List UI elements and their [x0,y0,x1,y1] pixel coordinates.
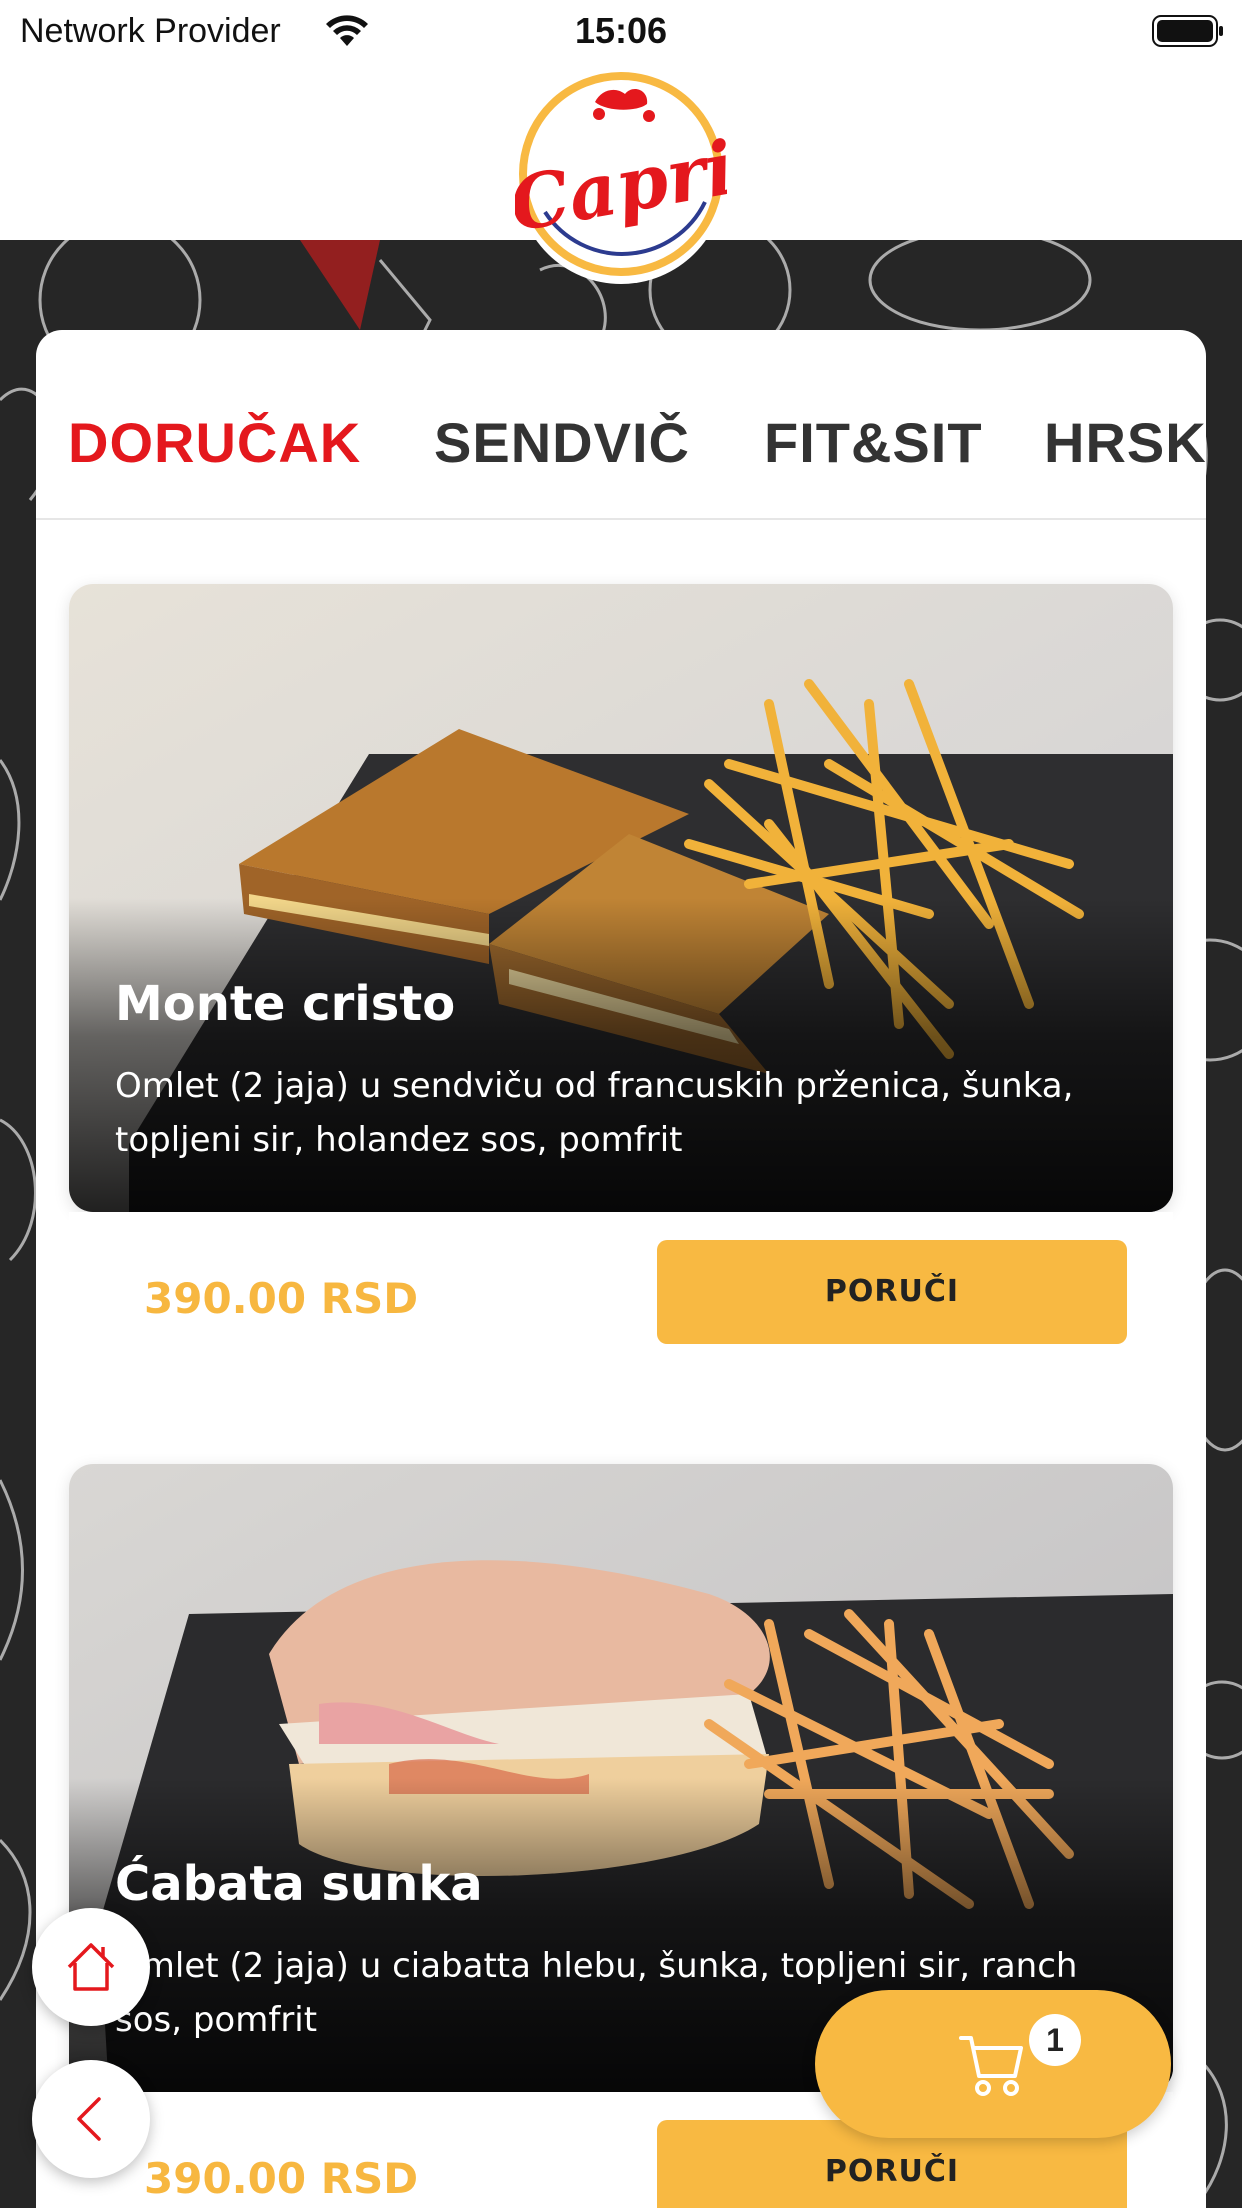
tab-sendvic[interactable]: SENDVIČ [434,410,690,475]
product-price: 390.00 RSD [144,1274,419,1323]
product-price: 390.00 RSD [144,2154,419,2203]
tab-dorucak[interactable]: DORUČAK [68,410,361,475]
cart-icon [959,2036,1023,2096]
menu-panel: DORUČAK SENDVIČ FIT&SIT HRSK Monte crist… [36,330,1206,2208]
cart-button[interactable]: 1 [815,1990,1171,2138]
back-button[interactable] [32,2060,150,2178]
status-bar: Network Provider 15:06 [0,0,1242,62]
tab-hrsk[interactable]: HRSK [1044,410,1206,475]
capri-logo[interactable]: Capri [504,62,741,288]
home-button[interactable] [32,1908,150,2026]
product-name: Ćabata sunka [115,1856,483,1912]
order-button[interactable]: PORUČI [657,1240,1127,1344]
chevron-left-icon [77,2097,101,2141]
product-name: Monte cristo [115,976,456,1032]
tab-fit-sit[interactable]: FIT&SIT [764,410,983,475]
product-card[interactable]: Monte cristo Omlet (2 jaja) u sendviču o… [69,584,1173,1212]
home-icon [67,1943,115,1991]
category-tabs: DORUČAK SENDVIČ FIT&SIT HRSK [36,330,1206,520]
product-description: Omlet (2 jaja) u sendviču od francuskih … [115,1066,1074,1160]
clock: 15:06 [574,10,668,51]
product-footer: 390.00 RSD PORUČI [69,1212,1173,1374]
battery-icon [1152,15,1223,47]
cart-count-badge: 1 [1029,2014,1081,2066]
